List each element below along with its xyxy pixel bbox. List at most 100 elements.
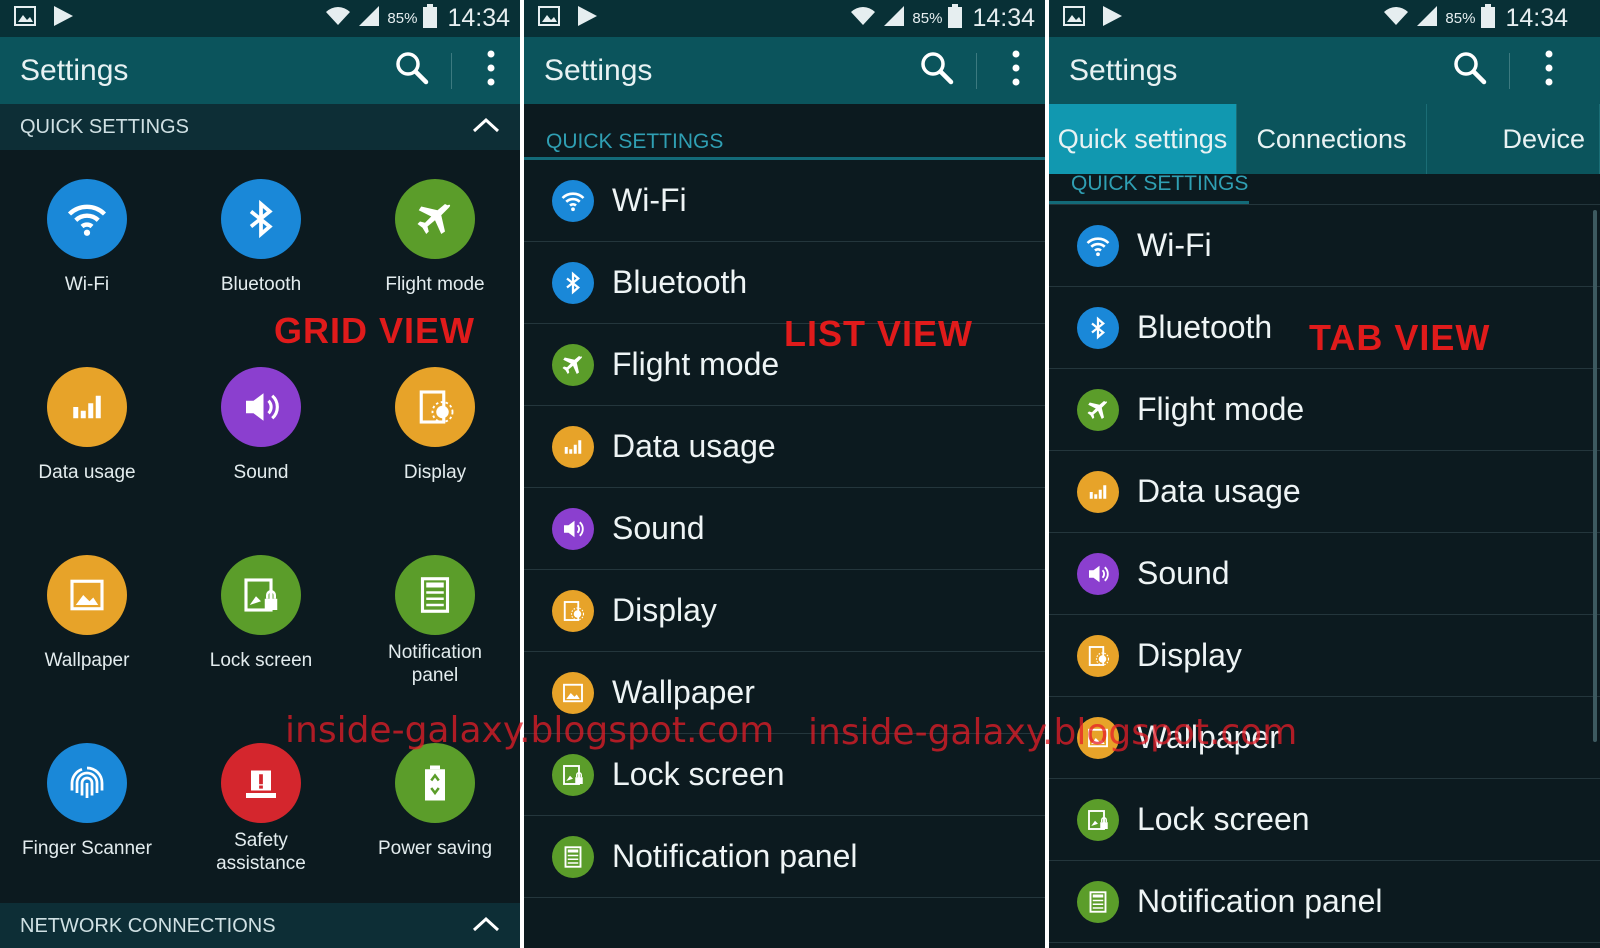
- list-item-wi-fi[interactable]: Wi-Fi: [524, 160, 1045, 242]
- more-options-button[interactable]: [462, 37, 520, 104]
- list-item-label: Data usage: [612, 428, 776, 464]
- clock: 14:34: [1505, 4, 1568, 32]
- section-title: QUICK SETTINGS: [1049, 173, 1249, 204]
- list-item-label: Notification panel: [1137, 883, 1383, 919]
- list-item-data-usage[interactable]: Data usage: [1049, 451, 1600, 533]
- section-header: QUICK SETTINGS: [1049, 173, 1600, 205]
- battery-icon: [423, 4, 438, 33]
- list-item-label: Bluetooth: [612, 264, 748, 300]
- list-item-flight-mode[interactable]: Flight mode: [1049, 369, 1600, 451]
- list-item-label: Bluetooth: [1137, 309, 1273, 345]
- list-item-display[interactable]: Display: [524, 570, 1045, 652]
- grid-item-wallpaper[interactable]: Wallpaper: [0, 526, 174, 714]
- chevron-up-icon[interactable]: [472, 116, 500, 139]
- display-icon: [395, 367, 475, 447]
- divider: [1509, 52, 1510, 89]
- search-button[interactable]: [383, 37, 441, 104]
- gallery-icon: [538, 6, 560, 31]
- more-options-button[interactable]: [987, 37, 1045, 104]
- airplane-icon: [552, 343, 594, 386]
- grid-item-display[interactable]: Display: [348, 338, 520, 526]
- divider: [976, 52, 977, 89]
- list-item-notification-panel[interactable]: Notification panel: [524, 816, 1045, 898]
- wifi-signal-icon: [1383, 5, 1409, 32]
- search-icon: [1453, 51, 1487, 90]
- grid-item-label: Bluetooth: [220, 274, 302, 295]
- play-store-icon: [52, 5, 74, 32]
- more-vert-icon: [1545, 50, 1553, 91]
- wifi-icon: [552, 179, 594, 222]
- cell-signal-icon: [1415, 5, 1439, 32]
- display-icon: [552, 589, 594, 632]
- list-item-label: Wi-Fi: [612, 182, 687, 218]
- wallpaper-icon: [47, 555, 127, 635]
- tab-connections[interactable]: Connections: [1237, 104, 1427, 174]
- list-item-label: Display: [1137, 637, 1242, 673]
- overlay-label-list-view: LIST VIEW: [784, 313, 973, 354]
- grid-item-finger-scanner[interactable]: Finger Scanner: [0, 714, 174, 902]
- sound-icon: [552, 507, 594, 550]
- section-header-quick-settings[interactable]: QUICK SETTINGS: [0, 104, 520, 150]
- search-icon: [920, 51, 954, 90]
- gallery-icon: [14, 6, 36, 31]
- list-item-label: Data usage: [1137, 473, 1301, 509]
- safety-icon: [221, 743, 301, 823]
- list-item-data-usage[interactable]: Data usage: [524, 406, 1045, 488]
- list-item-lock-screen[interactable]: Lock screen: [1049, 779, 1600, 861]
- battery-percent: 85%: [912, 10, 943, 27]
- more-options-button[interactable]: [1520, 37, 1578, 104]
- cell-signal-icon: [357, 5, 381, 32]
- grid-item-lock-screen[interactable]: Lock screen: [174, 526, 348, 714]
- bluetooth-icon: [552, 261, 594, 304]
- status-bar: 85% 14:34: [524, 0, 1045, 37]
- overlay-label-grid-view: GRID VIEW: [274, 310, 476, 351]
- status-bar: 85% 14:34: [0, 0, 520, 37]
- page-title: Settings: [544, 53, 653, 87]
- grid-view-panel: 85% 14:34 Settings QUICK SETTINGS Wi-Fi B…: [0, 0, 520, 948]
- play-store-icon: [1101, 5, 1123, 32]
- scrollbar[interactable]: [1593, 210, 1597, 742]
- more-vert-icon: [487, 50, 495, 91]
- quick-settings-list: Wi-Fi Bluetooth Flight mode Data usage Sound…: [1049, 205, 1600, 943]
- watermark: inside-galaxy.blogspot.com: [808, 712, 1298, 753]
- app-bar: Settings: [524, 37, 1045, 104]
- page-title: Settings: [1069, 53, 1178, 87]
- bluetooth-icon: [1077, 306, 1119, 349]
- tab-quick-settings[interactable]: Quick settings: [1049, 104, 1237, 174]
- lock-screen-icon: [552, 753, 594, 796]
- list-item-sound[interactable]: Sound: [1049, 533, 1600, 615]
- wifi-icon: [47, 179, 127, 259]
- list-item-label: Sound: [612, 510, 705, 546]
- grid-item-label: Notification panel: [388, 642, 482, 686]
- chevron-up-icon[interactable]: [472, 915, 500, 938]
- sound-icon: [221, 367, 301, 447]
- list-item-wi-fi[interactable]: Wi-Fi: [1049, 205, 1600, 287]
- wallpaper-icon: [552, 671, 594, 714]
- grid-item-sound[interactable]: Sound: [174, 338, 348, 526]
- airplane-icon: [1077, 388, 1119, 431]
- grid-item-label: Sound: [233, 462, 289, 483]
- search-button[interactable]: [908, 37, 966, 104]
- list-item-bluetooth[interactable]: Bluetooth: [524, 242, 1045, 324]
- data-usage-icon: [1077, 470, 1119, 513]
- grid-item-data-usage[interactable]: Data usage: [0, 338, 174, 526]
- wifi-signal-icon: [325, 5, 351, 32]
- list-item-label: Wallpaper: [612, 674, 755, 710]
- list-item-display[interactable]: Display: [1049, 615, 1600, 697]
- grid-item-label: Wallpaper: [44, 650, 130, 671]
- page-title: Settings: [20, 53, 129, 87]
- more-vert-icon: [1012, 50, 1020, 91]
- battery-icon: [1481, 4, 1496, 33]
- tab-device[interactable]: Device: [1427, 104, 1600, 174]
- wifi-icon: [1077, 224, 1119, 267]
- search-button[interactable]: [1441, 37, 1499, 104]
- list-item-sound[interactable]: Sound: [524, 488, 1045, 570]
- list-view-panel: 85% 14:34 Settings QUICK SETTINGS Wi-Fi B…: [524, 0, 1045, 948]
- play-store-icon: [576, 5, 598, 32]
- grid-item-label: Lock screen: [209, 650, 313, 671]
- grid-item-notification-panel[interactable]: Notification panel: [348, 526, 520, 714]
- bluetooth-icon: [221, 179, 301, 259]
- list-item-notification-panel[interactable]: Notification panel: [1049, 861, 1600, 943]
- section-header-network-connections[interactable]: NETWORK CONNECTIONS: [0, 903, 520, 948]
- grid-item-wi-fi[interactable]: Wi-Fi: [0, 150, 174, 338]
